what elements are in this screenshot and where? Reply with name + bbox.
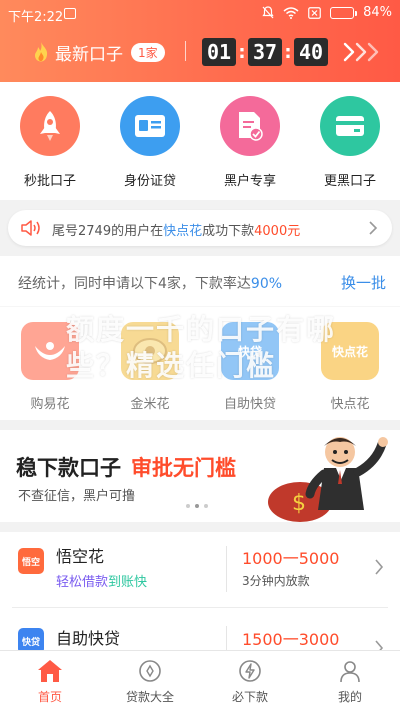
header-divider [185,41,186,61]
stats-row: 经统计，同时申请以下4家，下款率达90% 换一批 [0,256,400,306]
loan-amount: 1500一3000 [242,630,340,649]
chevron-right-icon [369,221,378,235]
double-chevron-right-icon[interactable] [341,38,387,66]
home-icon [38,660,62,682]
app-name: 自助快贷 [223,397,276,412]
tab-label: 贷款大全 [125,690,174,704]
app-name: 金米花 [130,397,170,412]
svg-text:$: $ [292,491,306,516]
menu-label: 更黑口子 [323,174,376,189]
menu-item-instant[interactable]: 秒批口子 [0,96,100,189]
battery-icon [330,6,358,19]
tab-label: 我的 [337,690,362,704]
status-time: 下午2:22 [8,10,64,25]
banner-subtitle: 不查征信，黑户可撸 [18,489,136,504]
bell-off-icon [262,6,274,19]
speaker-icon [21,220,40,236]
tab-home[interactable]: 首页 [0,657,100,705]
loan-amount: 1000一5000 [242,549,340,568]
notice-app: 快点花 [163,224,203,239]
menu-label: 黑户专享 [223,174,276,189]
sim-x-icon [308,6,321,19]
banner-highlight: 审批无门槛 [131,456,236,480]
promo-banner[interactable]: 稳下款口子 审批无门槛 不查征信，黑户可撸 $ [0,430,400,522]
latest-count-badge: 1家 [131,42,165,62]
notice-ticker[interactable]: 尾号2749的用户在快点花成功下款4000元 [8,210,392,246]
stats-rate: 90% [250,276,283,292]
quick-menu: 秒批口子 身份证贷 黑户专享 更黑口子 [0,82,400,200]
stats-text: 经统计，同时申请以下4家，下款率达 [18,276,251,292]
menu-item-exclusive[interactable]: 黑户专享 [200,96,300,189]
tab-label: 首页 [37,690,62,704]
app-logo-icon: 快贷 [221,322,279,380]
lightning-icon [239,660,261,682]
loan-list-icon [139,660,161,682]
carousel-dots [186,504,208,508]
loan-tag-a: 轻松借款 [56,575,109,590]
menu-label: 身份证贷 [123,174,176,189]
app-logo-icon [121,322,179,380]
app-name: 购易花 [30,397,70,412]
loan-meta: 3分钟内放款 [242,574,310,588]
loan-list: 悟空 悟空花 轻松借款到账快 1000一5000 3分钟内放款 快贷 自助快贷 … [0,532,400,672]
timer-seconds: 40 [294,38,328,66]
app-logo-icon [21,322,79,380]
businessman-icon: $ [268,437,388,522]
app-name: 快点花 [330,397,370,412]
notice-amount: 4000元 [254,224,301,239]
notice-prefix: 尾号2749的用户在 [52,224,164,239]
loan-name: 悟空花 [56,547,105,566]
countdown-timer: 01 : 37 : 40 [202,38,328,66]
latest-offers[interactable]: 最新口子 1家 [33,38,165,66]
wifi-icon [283,6,299,19]
id-card-icon [120,96,180,156]
loan-logo-icon: 悟空 [18,548,44,574]
latest-label: 最新口子 [55,44,123,65]
chevron-right-icon [375,559,384,575]
refresh-button[interactable]: 换一批 [341,272,386,293]
app-item[interactable]: 购易花 [0,322,100,412]
menu-label: 秒批口子 [23,174,76,189]
notification-icon [64,8,76,19]
notice-middle: 成功下款 [202,224,255,239]
app-grid: 购易花 金米花 快贷 自助快贷 快点花 快点花 [0,306,400,420]
app-item[interactable]: 金米花 [100,322,200,412]
user-icon [340,661,360,683]
loan-tag-b: 到账快 [108,575,148,590]
document-check-icon [220,96,280,156]
flame-icon [35,42,48,62]
timer-hours: 01 [202,38,236,66]
app-item[interactable]: 快点花 快点花 [300,322,400,412]
list-item[interactable]: 悟空 悟空花 轻松借款到账快 1000一5000 3分钟内放款 [0,532,400,608]
tab-loans[interactable]: 贷款大全 [100,657,200,705]
tab-label: 必下款 [231,690,268,704]
rocket-icon [20,96,80,156]
banner-title: 稳下款口子 [16,456,121,480]
status-bar: 下午2:22 84% [0,0,400,28]
card-icon [320,96,380,156]
tab-must[interactable]: 必下款 [200,657,300,705]
tab-mine[interactable]: 我的 [300,657,400,705]
menu-item-idcard[interactable]: 身份证贷 [100,96,200,189]
bottom-tab-bar: 首页 贷款大全 必下款 我的 [0,650,400,711]
loan-name: 自助快贷 [56,629,121,648]
timer-minutes: 37 [248,38,282,66]
battery-percent: 84% [363,5,392,20]
app-logo-icon: 快点花 [321,322,379,380]
top-header: 下午2:22 84% 最新口子 1家 01 : 37 : 40 [0,0,400,82]
menu-item-more[interactable]: 更黑口子 [300,96,400,189]
app-item[interactable]: 快贷 自助快贷 [200,322,300,412]
